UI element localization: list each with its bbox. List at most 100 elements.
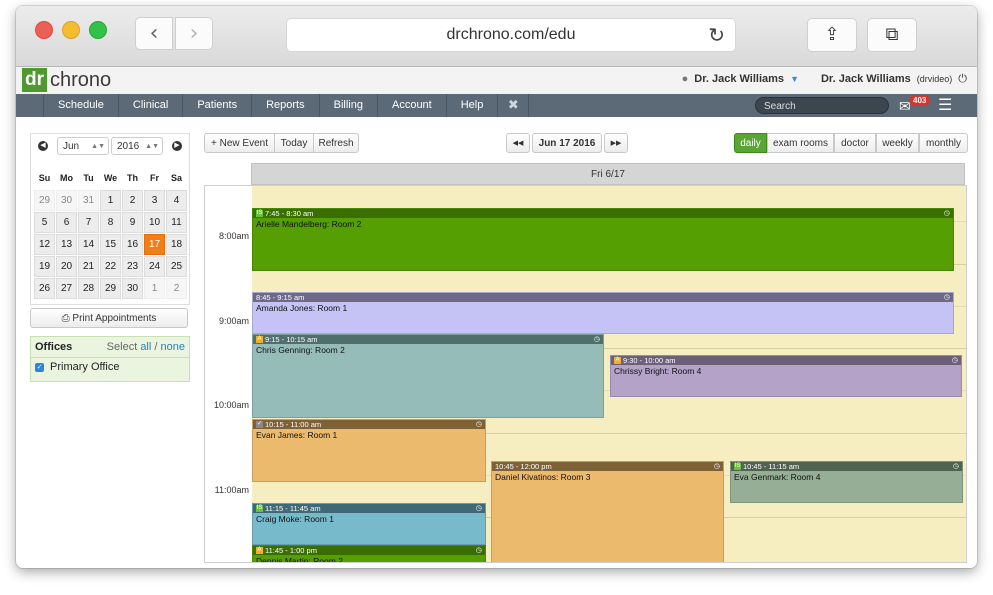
next-month-icon[interactable]: ▶ bbox=[172, 141, 182, 151]
calendar-day[interactable]: 21 bbox=[78, 256, 99, 277]
clock-icon: ◷ bbox=[943, 210, 950, 217]
caret-down-icon[interactable]: ▼ bbox=[790, 74, 799, 84]
minimize-window-button[interactable] bbox=[62, 21, 80, 39]
nav-help[interactable]: Help bbox=[447, 94, 499, 117]
select-all-link[interactable]: all bbox=[140, 341, 151, 353]
drchrono-logo[interactable]: dr chrono bbox=[22, 68, 111, 92]
calendar-day[interactable]: 22 bbox=[100, 256, 121, 277]
view-doctor-button[interactable]: doctor bbox=[834, 133, 876, 153]
appointment-event[interactable]: IS 10:45 - 11:15 am ◷ Eva Genmark: Room 4 bbox=[730, 461, 963, 503]
calendar-day[interactable]: 5 bbox=[34, 212, 55, 233]
calendar-day[interactable]: 29 bbox=[34, 190, 55, 211]
calendar-day[interactable]: 12 bbox=[34, 234, 55, 255]
checkbox-checked-icon[interactable]: ✓ bbox=[35, 362, 44, 372]
zoom-window-button[interactable] bbox=[89, 21, 107, 39]
search-input[interactable]: Search bbox=[755, 97, 889, 114]
calendar-day[interactable]: 4 bbox=[166, 190, 187, 211]
calendar-day[interactable]: 2 bbox=[166, 278, 187, 299]
calendar-day[interactable]: 2 bbox=[122, 190, 143, 211]
tabs-button[interactable]: ⧉ bbox=[867, 18, 917, 52]
next-day-button[interactable]: ▶▶ bbox=[604, 133, 628, 153]
main-nav: Schedule Clinical Patients Reports Billi… bbox=[16, 94, 977, 117]
calendar-day[interactable]: 3 bbox=[144, 190, 165, 211]
view-weekly-button[interactable]: weekly bbox=[876, 133, 919, 153]
calendar-day[interactable]: 24 bbox=[144, 256, 165, 277]
calendar-day[interactable]: 20 bbox=[56, 256, 77, 277]
close-window-button[interactable] bbox=[35, 21, 53, 39]
new-event-button[interactable]: + New Event bbox=[204, 133, 275, 153]
back-button[interactable]: ‹ bbox=[135, 17, 173, 50]
calendar-day[interactable]: 31 bbox=[78, 190, 99, 211]
appointment-event[interactable]: A 11:45 - 1:00 pm ◷ Dennis Martin: Room 2 bbox=[252, 545, 486, 562]
menu-icon[interactable]: ☰ bbox=[938, 95, 952, 115]
calendar-day[interactable]: 28 bbox=[78, 278, 99, 299]
day-column[interactable]: IS 7:45 - 8:30 am ◷ Arielle Mandelberg: Roo… bbox=[252, 186, 966, 562]
event-header: ✓ 10:15 - 11:00 am ◷ bbox=[253, 420, 485, 429]
calendar-day[interactable]: 1 bbox=[144, 278, 165, 299]
refresh-button[interactable]: Refresh bbox=[313, 133, 359, 153]
appointment-event[interactable]: 8:45 - 9:15 am ◷ Amanda Jones: Room 1 bbox=[252, 292, 954, 334]
nav-clinical[interactable]: Clinical bbox=[119, 94, 184, 117]
user-menu[interactable]: Dr. Jack Williams bbox=[694, 73, 784, 85]
double-right-icon: ▶▶ bbox=[610, 140, 622, 147]
event-header: A 11:45 - 1:00 pm ◷ bbox=[253, 546, 485, 555]
view-exam-rooms-button[interactable]: exam rooms bbox=[767, 133, 834, 153]
today-button[interactable]: Today bbox=[274, 133, 314, 153]
calendar-day[interactable]: 14 bbox=[78, 234, 99, 255]
calendar-day[interactable]: 15 bbox=[100, 234, 121, 255]
date-display[interactable]: Jun 17 2016 bbox=[532, 133, 602, 153]
calendar-day[interactable]: 9 bbox=[122, 212, 143, 233]
view-monthly-button[interactable]: monthly bbox=[919, 133, 968, 153]
event-title: Daniel Kivatinos: Room 3 bbox=[495, 472, 591, 482]
select-none-link[interactable]: none bbox=[161, 341, 185, 353]
prev-day-button[interactable]: ◀◀ bbox=[506, 133, 530, 153]
calendar-day[interactable]: 19 bbox=[34, 256, 55, 277]
calendar-day[interactable]: 13 bbox=[56, 234, 77, 255]
printer-icon: ⎙ bbox=[61, 313, 70, 324]
calendar-day[interactable]: 23 bbox=[122, 256, 143, 277]
month-select[interactable]: Jun ▲▼ bbox=[57, 137, 109, 155]
calendar-day[interactable]: 10 bbox=[144, 212, 165, 233]
clock-icon: ◷ bbox=[713, 463, 720, 470]
calendar-day[interactable]: 1 bbox=[100, 190, 121, 211]
calendar-day[interactable]: 30 bbox=[56, 190, 77, 211]
calendar-day[interactable]: 30 bbox=[122, 278, 143, 299]
calendar-day[interactable]: 17 bbox=[144, 234, 165, 255]
appointment-event[interactable]: ✓ 10:15 - 11:00 am ◷ Evan James: Room 1 bbox=[252, 419, 486, 482]
nav-billing[interactable]: Billing bbox=[320, 94, 378, 117]
nav-reports[interactable]: Reports bbox=[252, 94, 320, 117]
forward-button[interactable]: › bbox=[175, 17, 213, 50]
calendar-day[interactable]: 7 bbox=[78, 212, 99, 233]
calendar-day[interactable]: 6 bbox=[56, 212, 77, 233]
calendar-day[interactable]: 16 bbox=[122, 234, 143, 255]
weekday-header: Mo bbox=[60, 173, 73, 183]
office-item-primary[interactable]: ✓ Primary Office bbox=[35, 361, 119, 373]
appointment-event[interactable]: IS 7:45 - 8:30 am ◷ Arielle Mandelberg: Roo… bbox=[252, 208, 954, 271]
year-select[interactable]: 2016 ▲▼ bbox=[111, 137, 163, 155]
print-appointments-button[interactable]: ⎙ Print Appointments bbox=[30, 308, 188, 328]
calendar-day[interactable]: 18 bbox=[166, 234, 187, 255]
nav-schedule[interactable]: Schedule bbox=[44, 94, 119, 117]
tools-icon[interactable]: ✖ bbox=[498, 94, 530, 117]
calendar-day[interactable]: 26 bbox=[34, 278, 55, 299]
nav-account[interactable]: Account bbox=[378, 94, 447, 117]
calendar-day[interactable]: 11 bbox=[166, 212, 187, 233]
calendar-day[interactable]: 27 bbox=[56, 278, 77, 299]
calendar-day[interactable]: 25 bbox=[166, 256, 187, 277]
share-button[interactable]: ⇪ bbox=[807, 18, 857, 52]
reload-icon[interactable]: ↻ bbox=[708, 19, 725, 51]
event-time: 11:45 - 1:00 pm bbox=[265, 546, 317, 555]
calendar-day[interactable]: 29 bbox=[100, 278, 121, 299]
power-icon[interactable]: ⏻ bbox=[958, 72, 967, 86]
appointment-event[interactable]: IS 11:15 - 11:45 am ◷ Craig Moke: Room 1 bbox=[252, 503, 486, 545]
status-tag: ✓ bbox=[256, 421, 263, 428]
calendar-day[interactable]: 8 bbox=[100, 212, 121, 233]
appointment-event[interactable]: A 9:30 - 10:00 am ◷ Chrissy Bright: Room 4 bbox=[610, 355, 962, 397]
appointment-event[interactable]: 10:45 - 12:00 pm ◷ Daniel Kivatinos: Room … bbox=[491, 461, 724, 562]
appointment-event[interactable]: A 9:15 - 10:15 am ◷ Chris Genning: Room 2 bbox=[252, 334, 604, 418]
nav-patients[interactable]: Patients bbox=[183, 94, 253, 117]
view-daily-button[interactable]: daily bbox=[734, 133, 767, 153]
day-header: Fri 6/17 bbox=[251, 163, 965, 185]
prev-month-icon[interactable]: ◀ bbox=[38, 141, 48, 151]
address-bar[interactable]: drchrono.com/edu ↻ bbox=[286, 18, 736, 52]
